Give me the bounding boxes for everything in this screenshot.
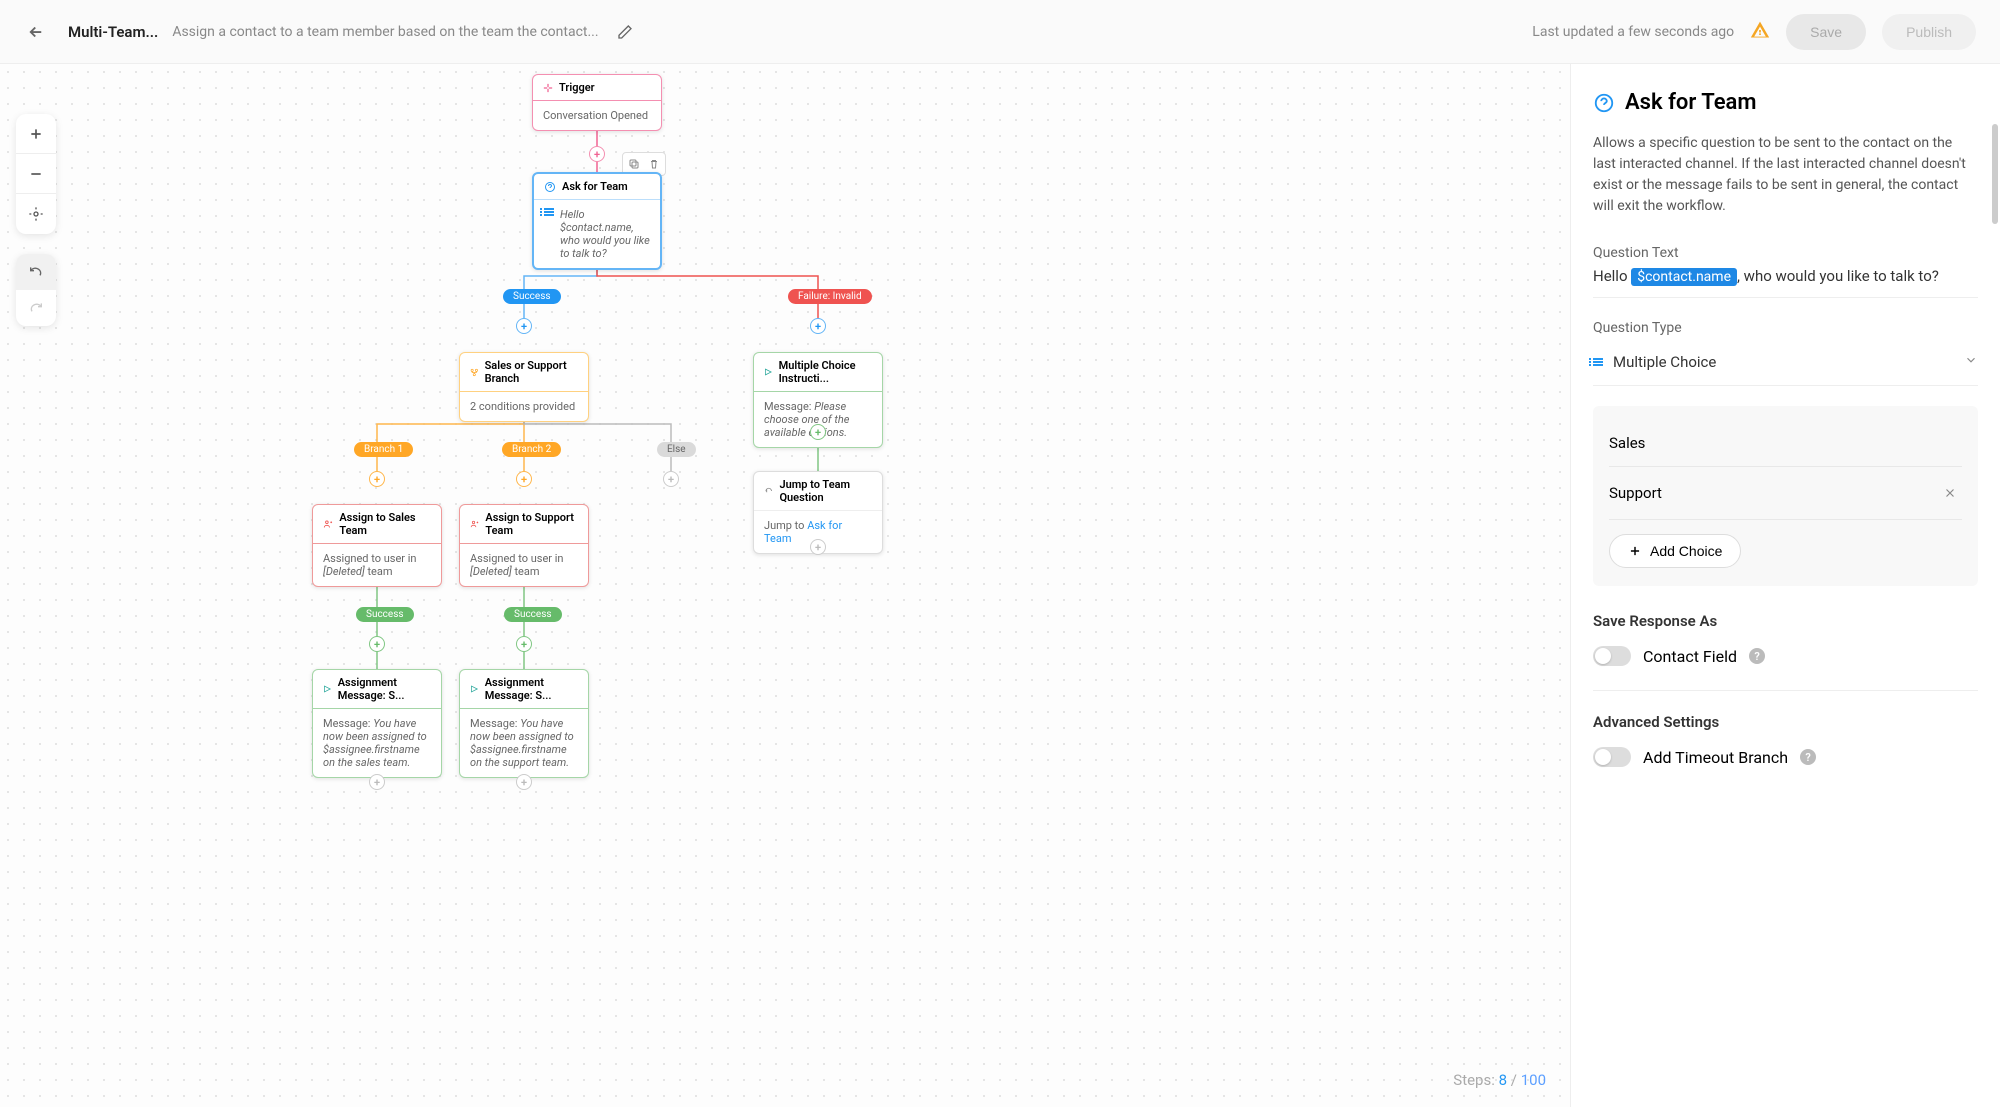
node-assign-to-sales-team[interactable]: Assign to Sales Team Assigned to user in…: [312, 504, 442, 587]
scrollbar[interactable]: [1992, 124, 1998, 224]
pill-else: Else: [657, 442, 696, 457]
choice-item[interactable]: Support: [1609, 467, 1962, 520]
add-node-button[interactable]: +: [589, 146, 605, 162]
question-text-input[interactable]: Hello $contact.name, who would you like …: [1593, 267, 1978, 298]
pill-success: Success: [504, 607, 562, 622]
timeout-branch-label: Add Timeout Branch: [1643, 748, 1788, 767]
publish-button[interactable]: Publish: [1882, 14, 1976, 50]
add-choice-button[interactable]: Add Choice: [1609, 534, 1741, 568]
undo-button[interactable]: [16, 254, 56, 290]
node-assignment-message-sales[interactable]: Assignment Message: S... Message: You ha…: [312, 669, 442, 778]
add-node-button[interactable]: +: [516, 774, 532, 790]
pill-branch-1: Branch 1: [354, 442, 413, 457]
variable-chip[interactable]: $contact.name: [1631, 268, 1737, 286]
sidebar-title: Ask for Team: [1625, 90, 1756, 115]
question-text-label: Question Text: [1593, 245, 1978, 261]
header: Multi-Team... Assign a contact to a team…: [0, 0, 2000, 64]
last-updated: Last updated a few seconds ago: [1532, 24, 1734, 40]
warning-icon[interactable]: [1750, 20, 1770, 44]
timeout-branch-toggle[interactable]: [1593, 747, 1631, 767]
node-assignment-message-support[interactable]: Assignment Message: S... Message: You ha…: [459, 669, 589, 778]
delete-node-icon[interactable]: [645, 155, 663, 173]
help-icon[interactable]: ?: [1800, 749, 1816, 765]
add-node-button[interactable]: +: [369, 471, 385, 487]
workflow-subtitle: Assign a contact to a team member based …: [172, 24, 598, 40]
zoom-out-button[interactable]: [16, 154, 56, 194]
history-toolbar: [16, 254, 56, 326]
question-type-select[interactable]: Multiple Choice: [1593, 342, 1978, 386]
node-sales-or-support-branch[interactable]: Sales or Support Branch 2 conditions pro…: [459, 352, 589, 422]
add-node-button[interactable]: +: [369, 636, 385, 652]
remove-choice-icon[interactable]: [1938, 481, 1962, 505]
choices-list: Sales Support Add Choice: [1593, 406, 1978, 586]
add-node-button[interactable]: +: [810, 318, 826, 334]
node-ask-for-team[interactable]: Ask for Team Hello $contact.name, who wo…: [532, 172, 662, 270]
pill-failure: Failure: Invalid: [788, 289, 872, 304]
contact-field-toggle[interactable]: [1593, 646, 1631, 666]
node-assign-to-support-team[interactable]: Assign to Support Team Assigned to user …: [459, 504, 589, 587]
pill-branch-2: Branch 2: [502, 442, 561, 457]
canvas[interactable]: Steps: 8 / 100: [0, 64, 1570, 1107]
pill-success: Success: [356, 607, 414, 622]
question-type-label: Question Type: [1593, 320, 1978, 336]
connection-lines: [0, 64, 1570, 1107]
save-button[interactable]: Save: [1786, 14, 1866, 50]
add-node-button[interactable]: +: [663, 471, 679, 487]
fit-view-button[interactable]: [16, 194, 56, 234]
properties-sidebar: Ask for Team Allows a specific question …: [1570, 64, 2000, 1107]
choice-item[interactable]: Sales: [1609, 420, 1962, 467]
pill-success: Success: [503, 289, 561, 304]
contact-field-label: Contact Field: [1643, 647, 1737, 666]
add-node-button[interactable]: +: [516, 318, 532, 334]
node-trigger[interactable]: Trigger Conversation Opened: [532, 74, 662, 131]
redo-button[interactable]: [16, 290, 56, 326]
zoom-toolbar: [16, 114, 56, 234]
add-node-button[interactable]: +: [810, 424, 826, 440]
zoom-in-button[interactable]: [16, 114, 56, 154]
sidebar-description: Allows a specific question to be sent to…: [1593, 133, 1978, 217]
edit-title-icon[interactable]: [617, 24, 633, 40]
save-response-as-label: Save Response As: [1593, 612, 1978, 630]
copy-node-icon[interactable]: [625, 155, 643, 173]
add-node-button[interactable]: +: [516, 636, 532, 652]
list-icon: [1593, 358, 1603, 366]
question-icon: [1593, 92, 1615, 114]
back-button[interactable]: [24, 20, 48, 44]
help-icon[interactable]: ?: [1749, 648, 1765, 664]
add-node-button[interactable]: +: [810, 539, 826, 555]
list-icon: [544, 208, 554, 216]
add-node-button[interactable]: +: [369, 774, 385, 790]
divider: [1593, 690, 1978, 691]
advanced-settings-label: Advanced Settings: [1593, 713, 1978, 731]
chevron-down-icon: [1964, 352, 1978, 371]
add-node-button[interactable]: +: [516, 471, 532, 487]
workflow-title: Multi-Team...: [68, 23, 158, 41]
